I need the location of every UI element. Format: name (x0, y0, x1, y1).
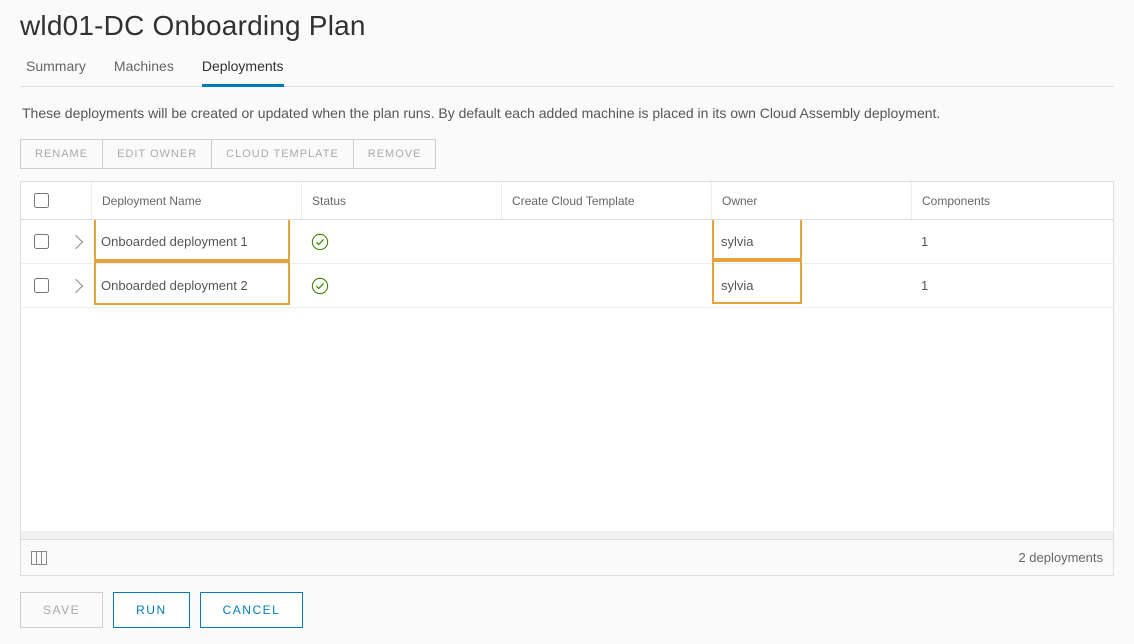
remove-button[interactable]: REMOVE (354, 139, 437, 169)
edit-owner-button[interactable]: EDIT OWNER (103, 139, 212, 169)
cancel-button[interactable]: CANCEL (200, 592, 304, 628)
cloud-template-button[interactable]: CLOUD TEMPLATE (212, 139, 354, 169)
tab-bar: Summary Machines Deployments (20, 50, 1114, 87)
table-row[interactable]: Onboarded deployment 1 sylvia 1 (21, 220, 1113, 264)
owner-cell: sylvia (721, 234, 754, 249)
horizontal-scrollbar[interactable] (21, 531, 1113, 539)
run-button[interactable]: RUN (113, 592, 190, 628)
table-header-row: Deployment Name Status Create Cloud Temp… (21, 182, 1113, 220)
tab-deployments[interactable]: Deployments (202, 50, 284, 87)
components-cell: 1 (911, 234, 1113, 249)
columns-toggle-icon[interactable] (31, 551, 47, 565)
header-owner[interactable]: Owner (711, 182, 911, 219)
page-description: These deployments will be created or upd… (20, 87, 1114, 139)
check-circle-icon (311, 277, 329, 295)
header-status[interactable]: Status (301, 182, 501, 219)
page-title: wld01-DC Onboarding Plan (20, 0, 1114, 50)
footer-count: 2 deployments (1018, 550, 1103, 565)
check-circle-icon (311, 233, 329, 251)
deployments-table: Deployment Name Status Create Cloud Temp… (20, 181, 1114, 576)
rename-button[interactable]: RENAME (20, 139, 103, 169)
select-all-checkbox[interactable] (34, 193, 49, 208)
header-components[interactable]: Components (911, 182, 1113, 219)
header-select-all[interactable] (21, 193, 61, 208)
row-checkbox[interactable] (34, 234, 49, 249)
deployment-name-cell: Onboarded deployment 2 (101, 278, 248, 293)
header-deployment-name[interactable]: Deployment Name (91, 182, 301, 219)
row-checkbox[interactable] (34, 278, 49, 293)
components-cell: 1 (911, 278, 1113, 293)
table-toolbar: RENAME EDIT OWNER CLOUD TEMPLATE REMOVE (20, 139, 1114, 169)
table-row[interactable]: Onboarded deployment 2 sylvia 1 (21, 264, 1113, 308)
action-bar: SAVE RUN CANCEL (20, 576, 1114, 644)
deployment-name-cell: Onboarded deployment 1 (101, 234, 248, 249)
save-button[interactable]: SAVE (20, 592, 103, 628)
tab-machines[interactable]: Machines (114, 50, 174, 87)
tab-summary[interactable]: Summary (26, 50, 86, 87)
owner-cell: sylvia (721, 278, 754, 293)
table-footer: 2 deployments (21, 539, 1113, 575)
chevron-right-icon[interactable] (69, 278, 83, 292)
header-create-cloud-template[interactable]: Create Cloud Template (501, 182, 711, 219)
chevron-right-icon[interactable] (69, 234, 83, 248)
table-body: Onboarded deployment 1 sylvia 1 (21, 220, 1113, 531)
